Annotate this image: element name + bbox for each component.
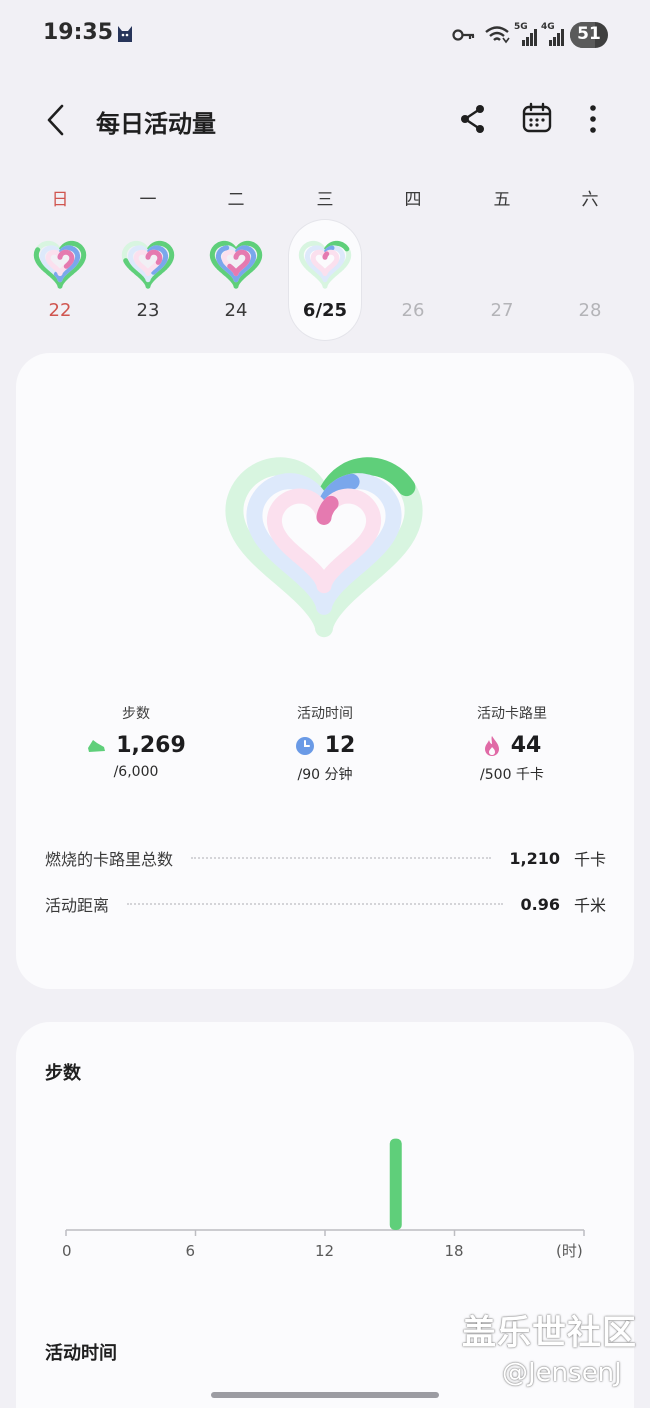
steps-value: 1,269: [116, 733, 186, 758]
day-number: 6/25: [302, 300, 348, 321]
x-tick-label: 0: [62, 1242, 72, 1260]
active-calories-goal: /500 千卡: [480, 767, 544, 783]
x-tick-label: 18: [444, 1242, 464, 1260]
total-calories-label: 燃烧的卡路里总数: [45, 850, 174, 869]
dotted-leader: [127, 903, 503, 905]
mini-calories-ring-progress: [145, 249, 163, 265]
x-tick-label: 12: [315, 1242, 335, 1260]
total-calories-unit: 千卡: [573, 850, 606, 869]
steps-bar[interactable]: [389, 1138, 402, 1230]
key-icon: [452, 29, 475, 41]
distance-label: 活动距离: [45, 896, 110, 915]
status-bar: 19:35 5G 4G 51: [0, 0, 650, 70]
page-title: 每日活动量: [96, 110, 216, 138]
active-time-value: 12: [324, 733, 356, 758]
mini-heart-rings-icon: [33, 240, 87, 289]
back-arrow-icon: [47, 104, 64, 136]
home-indicator[interactable]: [211, 1392, 439, 1398]
watermark-title: 盖乐世社区: [462, 1313, 637, 1353]
active-time-goal: /90 分钟: [297, 767, 353, 783]
weekday-label: 四: [404, 190, 422, 210]
flame-icon: [484, 735, 499, 756]
steps-label: 步数: [122, 706, 150, 722]
mini-heart-rings-icon: [121, 240, 175, 289]
day-number: 24: [224, 300, 248, 321]
steps-goal: /6,000: [113, 764, 159, 780]
day-number: 27: [490, 300, 514, 321]
calendar-button[interactable]: [521, 102, 553, 134]
weekday-label: 五: [493, 190, 511, 210]
more-options-button[interactable]: [583, 102, 603, 136]
active-time-label: 活动时间: [297, 706, 353, 722]
day-number: 22: [48, 300, 72, 321]
main-calories-ring-progress: [316, 495, 339, 525]
battery-level: 51: [577, 24, 601, 44]
more-vertical-icon: [590, 105, 596, 133]
weekday-label: 六: [581, 190, 599, 210]
day-item: 28: [554, 220, 626, 340]
day-item: 27: [466, 220, 538, 340]
total-calories-row: 燃烧的卡路里总数 1,210 千卡: [45, 843, 606, 873]
x-tick-label: 6: [185, 1242, 196, 1260]
active-calories-value: 44: [510, 733, 542, 758]
calendar-icon: [522, 102, 552, 133]
weekday-label: 三: [316, 190, 334, 210]
distance-unit: 千米: [573, 896, 606, 915]
share-icon: [461, 105, 484, 133]
shoe-icon: [88, 739, 106, 752]
day-item[interactable]: 24: [200, 220, 272, 340]
weekday-label: 一: [139, 190, 157, 210]
day-number: 28: [578, 300, 602, 321]
steps-section-title: 步数: [45, 1063, 81, 1084]
day-number: 26: [401, 300, 425, 321]
mini-heart-rings-icon: [298, 240, 352, 289]
daily-summary-card: 步数 1,269 /6,000 活动时间 12 /90 分钟 活动卡路里 44: [16, 353, 634, 989]
day-number: 23: [136, 300, 160, 321]
day-item: 26: [377, 220, 449, 340]
mini-calories-ring-progress: [57, 249, 75, 269]
mini-heart-rings-icon: [209, 240, 263, 289]
clock-icon: [295, 736, 314, 755]
distance-value: 0.96: [520, 894, 560, 914]
mini-calories-ring-progress: [322, 251, 330, 260]
active-time-section-title: 活动时间: [45, 1343, 117, 1364]
active-calories-label: 活动卡路里: [477, 706, 547, 722]
active-calories-stat[interactable]: 活动卡路里 44 /500 千卡: [412, 703, 612, 784]
battery-icon: 51: [570, 22, 608, 48]
x-axis-unit-label: (时): [556, 1242, 583, 1260]
steps-stat[interactable]: 步数 1,269 /6,000: [36, 703, 236, 780]
cat-icon: [118, 26, 132, 42]
day-item[interactable]: 23: [112, 220, 184, 340]
activity-heart-rings: [225, 457, 423, 638]
day-item[interactable]: 22: [24, 220, 96, 340]
active-time-stat[interactable]: 活动时间 12 /90 分钟: [225, 703, 425, 784]
watermark-handle: @JensenJ: [502, 1358, 622, 1388]
back-button[interactable]: [38, 100, 74, 140]
total-calories-value: 1,210: [509, 848, 560, 868]
share-button[interactable]: [458, 103, 488, 135]
wifi-icon: [485, 26, 510, 44]
weekday-label: 日: [51, 190, 69, 210]
status-time: 19:35: [43, 20, 114, 45]
distance-row: 活动距离 0.96 千米: [45, 889, 606, 919]
weekday-label: 二: [227, 190, 245, 210]
day-item[interactable]: 6/25: [289, 220, 361, 340]
dotted-leader: [191, 857, 492, 859]
